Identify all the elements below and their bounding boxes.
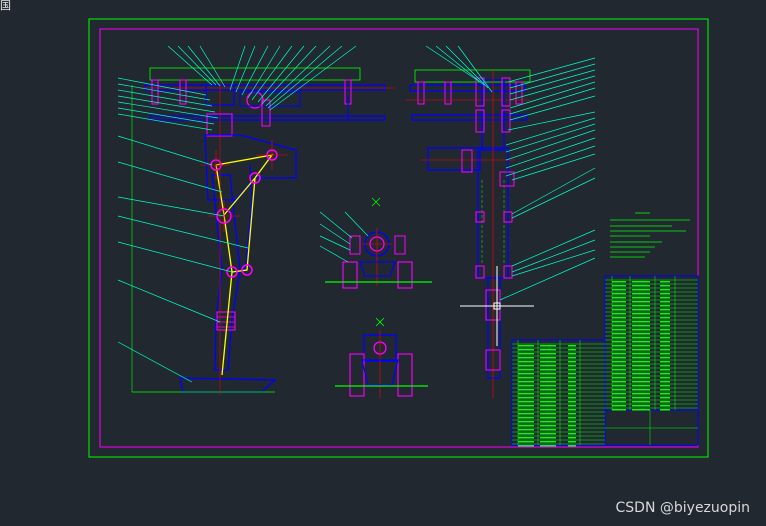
- cad-drawing-canvas[interactable]: [0, 0, 766, 526]
- clamp-detail-view: [335, 317, 428, 398]
- bearing-detail-view: [319, 197, 432, 289]
- parts-list-table: [511, 275, 699, 447]
- watermark: CSDN @biyezuopin: [615, 500, 750, 516]
- crosshair-cursor-icon: [460, 266, 534, 346]
- left-leader-lines: [117, 45, 357, 383]
- technical-notes: [610, 212, 690, 258]
- right-assembly-view: [405, 69, 531, 398]
